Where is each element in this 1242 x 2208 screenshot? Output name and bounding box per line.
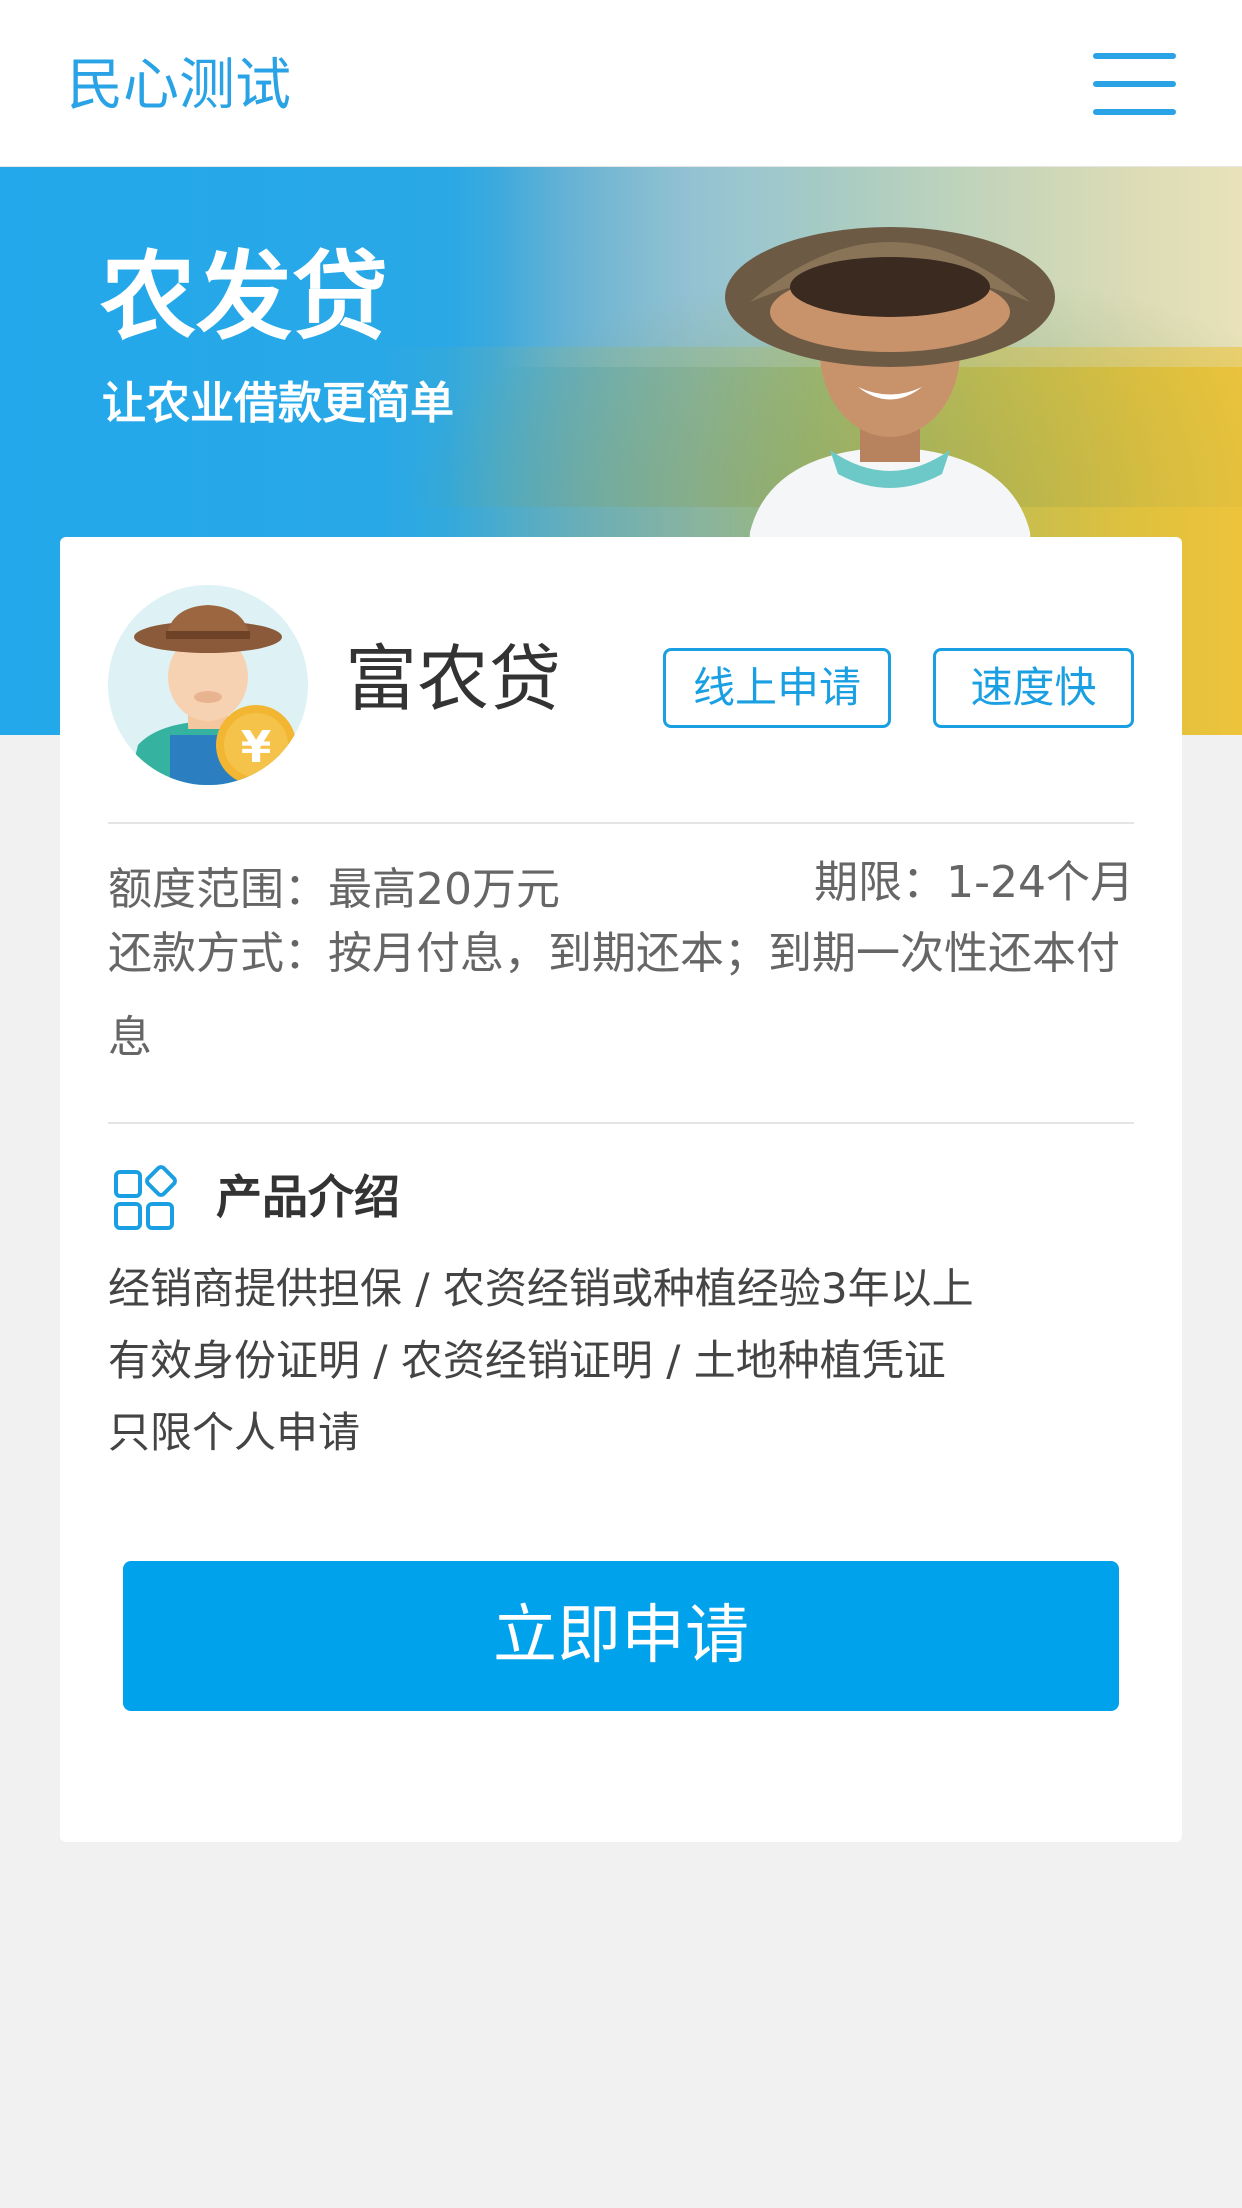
hamburger-menu-icon[interactable] — [1093, 53, 1176, 115]
apply-now-button[interactable]: 立即申请 — [123, 1561, 1119, 1711]
intro-line: 经销商提供担保 / 农资经销或种植经验3年以上 — [108, 1264, 974, 1313]
farmer-avatar-icon: ¥ — [108, 585, 308, 785]
hero-title: 农发贷 — [100, 241, 388, 353]
intro-title: 产品介绍 — [216, 1170, 400, 1224]
hero-subtitle: 让农业借款更简单 — [102, 378, 454, 429]
tag-online-apply[interactable]: 线上申请 — [663, 648, 891, 728]
menu-bar — [1093, 81, 1176, 87]
product-name: 富农贷 — [345, 637, 562, 721]
divider — [108, 822, 1134, 824]
divider — [108, 1122, 1134, 1124]
amount-range: 额度范围：最高20万元 — [108, 864, 560, 915]
brand-title[interactable]: 民心测试 — [67, 52, 291, 120]
tag-fast[interactable]: 速度快 — [933, 648, 1134, 728]
repayment-method: 还款方式：按月付息，到期还本；到期一次性还本付息 — [108, 928, 1120, 1063]
svg-text:¥: ¥ — [241, 722, 272, 773]
grid-apps-icon — [114, 1165, 177, 1230]
menu-bar — [1093, 109, 1176, 115]
menu-bar — [1093, 53, 1176, 59]
product-card: ¥ 富农贷 线上申请 速度快 额度范围：最高20万元 期限：1-24个月 还款方… — [60, 537, 1182, 1842]
loan-term: 期限：1-24个月 — [814, 857, 1134, 908]
intro-line: 有效身份证明 / 农资经销证明 / 土地种植凭证 — [108, 1336, 946, 1385]
top-header: 民心测试 — [0, 0, 1242, 167]
intro-line: 只限个人申请 — [108, 1408, 361, 1457]
